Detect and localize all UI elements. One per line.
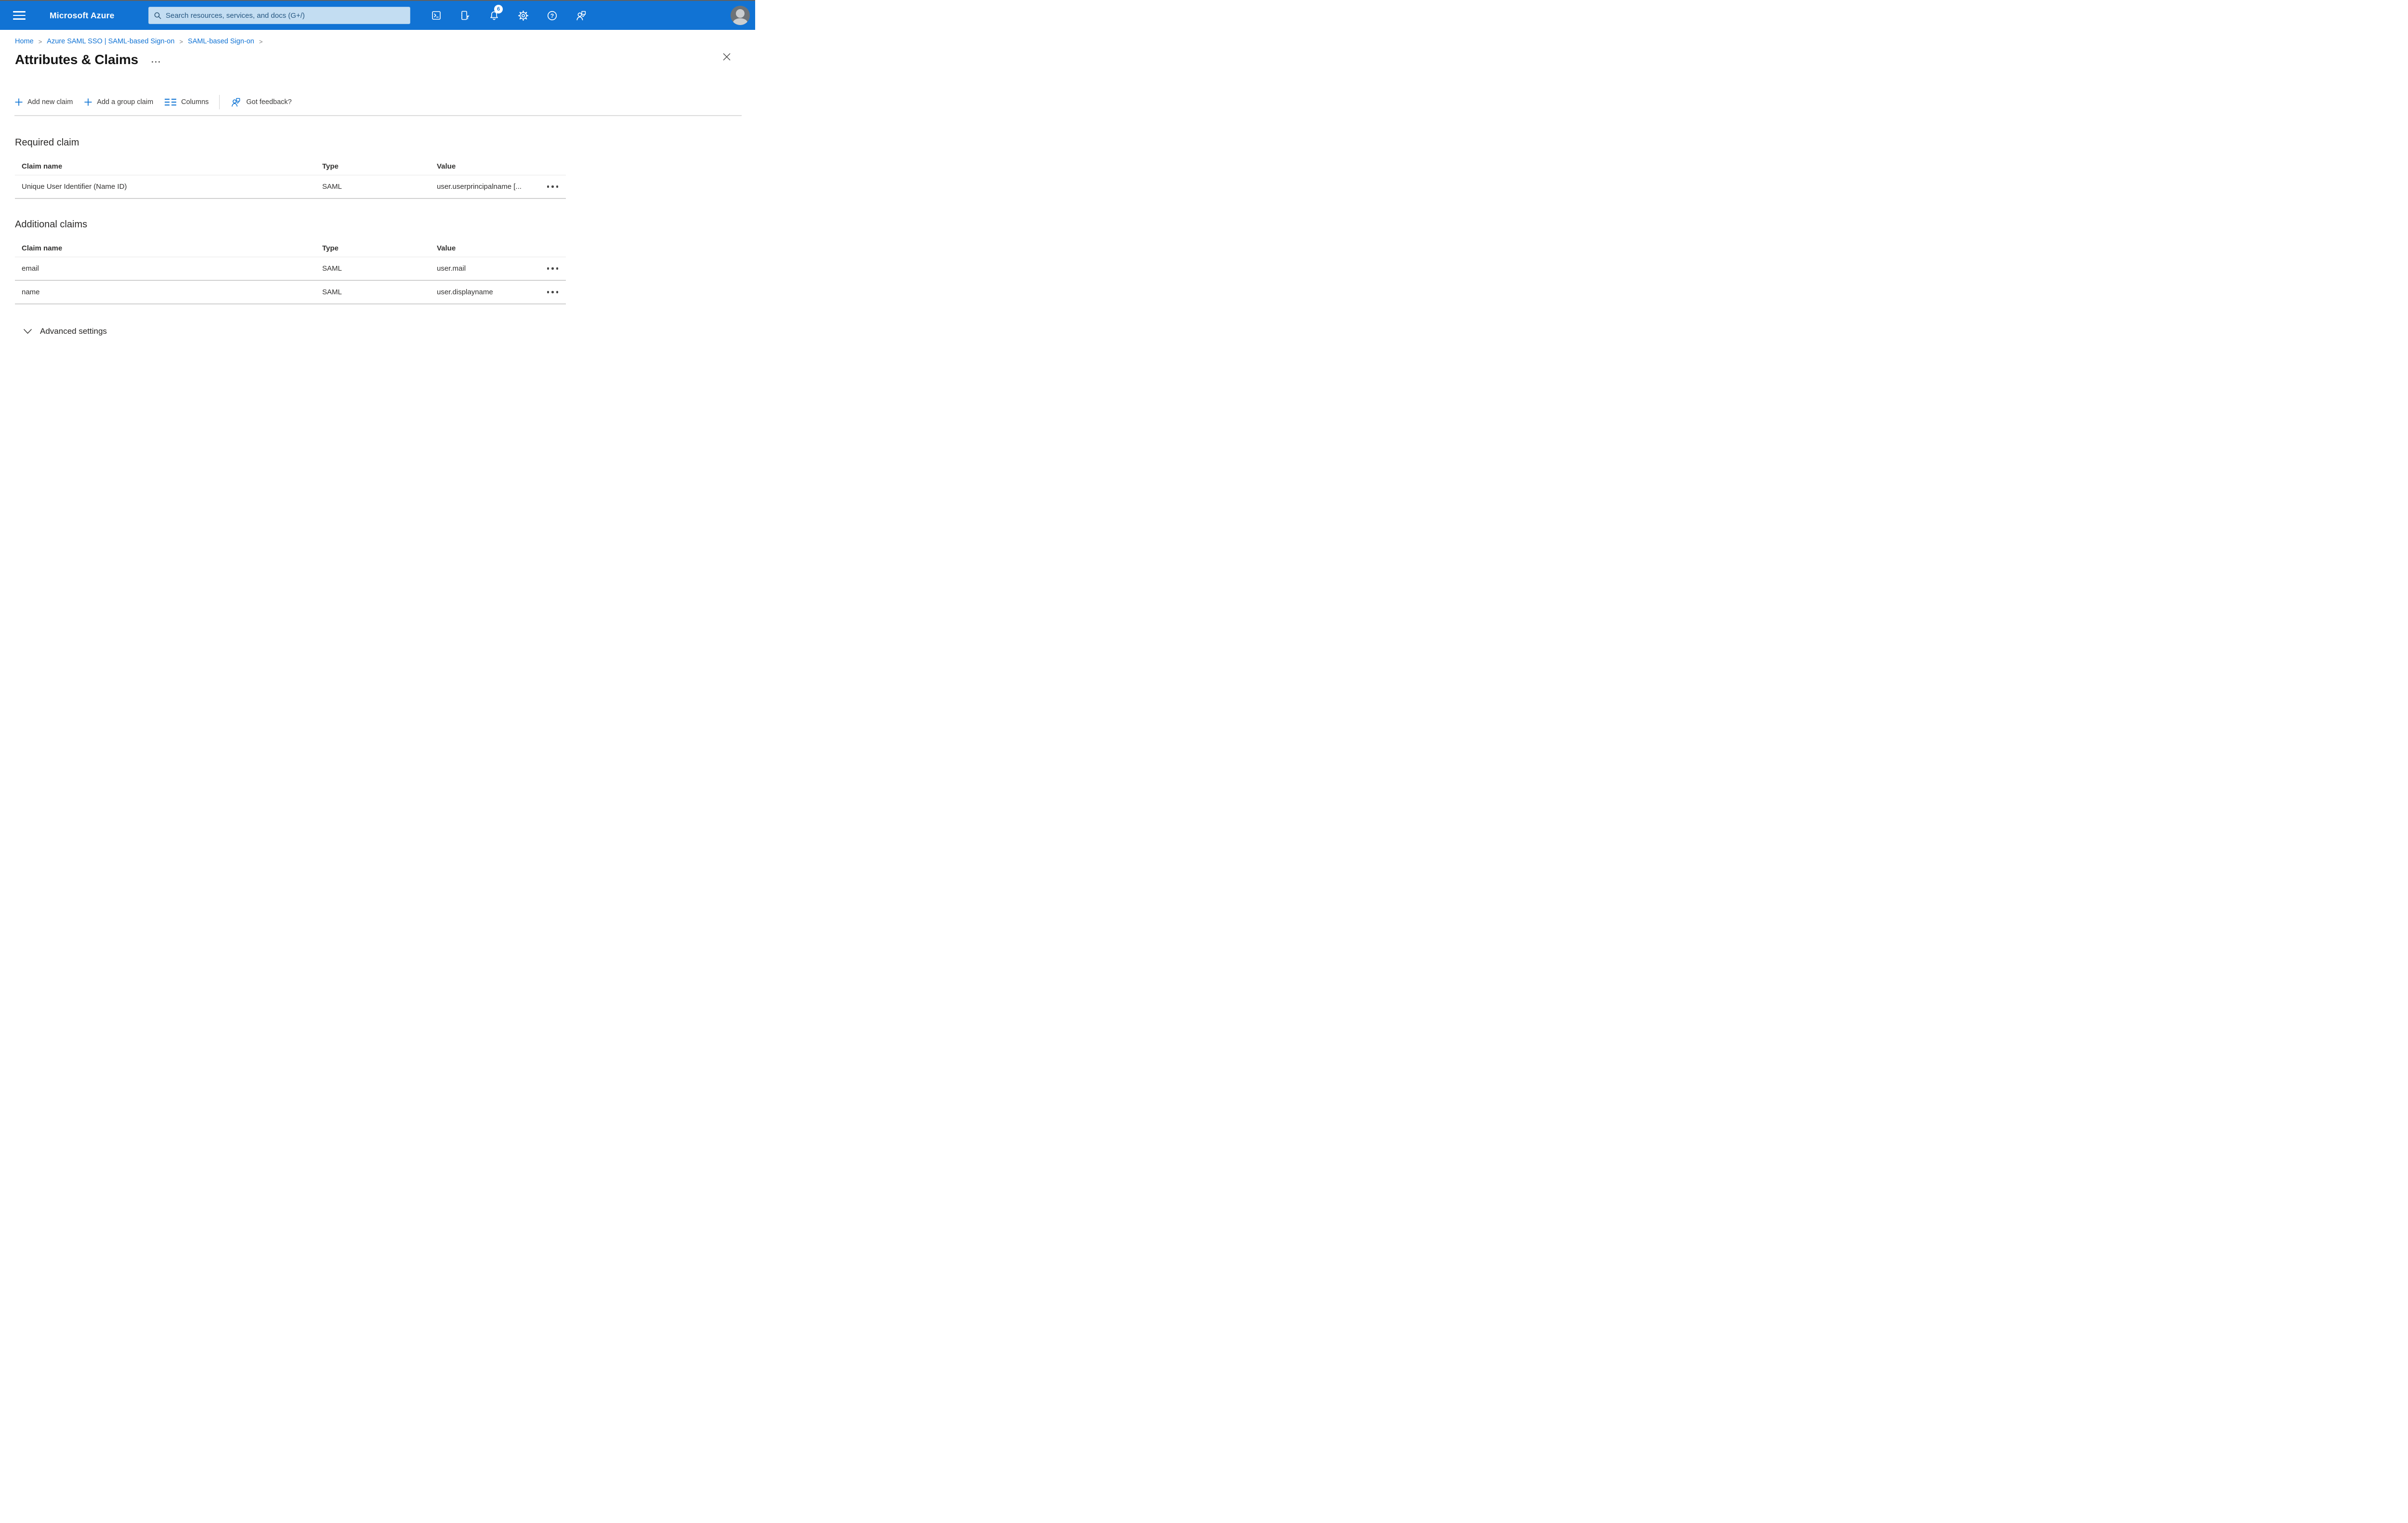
got-feedback-label: Got feedback?: [246, 98, 292, 106]
notification-badge: 6: [494, 5, 503, 13]
breadcrumb-saml-signon[interactable]: SAML-based Sign-on: [188, 38, 254, 45]
breadcrumb-app-sso[interactable]: Azure SAML SSO | SAML-based Sign-on: [47, 38, 174, 45]
add-group-claim-button[interactable]: Add a group claim: [79, 93, 159, 111]
breadcrumb-home[interactable]: Home: [15, 38, 34, 45]
table-row[interactable]: Unique User Identifier (Name ID) SAML us…: [15, 175, 566, 199]
table-header-row: Claim name Type Value: [15, 240, 566, 257]
toolbar-divider: [14, 115, 742, 116]
search-icon: [154, 12, 161, 19]
toolbar-separator: [219, 95, 220, 109]
row-ellipsis-menu-icon[interactable]: [545, 264, 561, 273]
claim-name-cell: Unique User Identifier (Name ID): [22, 183, 127, 191]
required-claim-table: Claim name Type Value Unique User Identi…: [15, 158, 566, 199]
breadcrumb-separator: >: [259, 38, 263, 45]
breadcrumb: Home > Azure SAML SSO | SAML-based Sign-…: [15, 38, 755, 45]
claim-name-cell: email: [22, 264, 39, 273]
column-header-claim-name: Claim name: [22, 244, 63, 252]
chevron-down-icon: [24, 329, 32, 334]
topbar-icon-group: 6 ?: [427, 5, 590, 25]
advanced-settings-label: Advanced settings: [40, 327, 107, 336]
directories-filter-icon[interactable]: [456, 6, 475, 25]
breadcrumb-separator: >: [179, 38, 183, 45]
add-new-claim-button[interactable]: Add new claim: [9, 93, 79, 111]
add-new-claim-label: Add new claim: [27, 98, 73, 106]
columns-icon: [165, 98, 177, 106]
claim-type-cell: SAML: [322, 288, 342, 296]
required-claim-heading: Required claim: [15, 137, 79, 148]
azure-top-bar: Microsoft Azure Search resources, servic…: [0, 1, 755, 30]
table-header-row: Claim name Type Value: [15, 158, 566, 175]
title-context-menu-icon[interactable]: [152, 61, 160, 63]
got-feedback-button[interactable]: Got feedback?: [224, 93, 297, 111]
command-bar: Add new claim Add a group claim Columns …: [9, 93, 755, 111]
table-row[interactable]: email SAML user.mail: [15, 257, 566, 281]
brand-title[interactable]: Microsoft Azure: [50, 1, 115, 30]
table-row[interactable]: name SAML user.displayname: [15, 281, 566, 304]
columns-label: Columns: [181, 98, 209, 106]
page-title: Attributes & Claims: [15, 52, 139, 67]
notifications-bell-icon[interactable]: 6: [484, 5, 504, 25]
column-header-claim-name: Claim name: [22, 162, 63, 171]
feedback-icon: [232, 98, 240, 106]
plus-icon: [84, 98, 92, 106]
claim-type-cell: SAML: [322, 183, 342, 191]
page-header: Attributes & Claims: [15, 50, 755, 69]
advanced-settings-toggle[interactable]: Advanced settings: [23, 327, 107, 336]
avatar-head: [736, 9, 745, 18]
global-search[interactable]: [148, 7, 410, 24]
add-group-claim-label: Add a group claim: [97, 98, 154, 106]
hamburger-menu-icon[interactable]: [10, 8, 29, 23]
help-icon[interactable]: ?: [542, 6, 562, 25]
column-header-type: Type: [322, 162, 339, 171]
user-avatar[interactable]: [731, 6, 750, 25]
plus-icon: [15, 98, 23, 106]
column-header-value: Value: [437, 244, 456, 252]
column-header-type: Type: [322, 244, 339, 252]
claim-value-cell: user.mail: [437, 264, 466, 273]
settings-gear-icon[interactable]: [513, 6, 533, 25]
columns-button[interactable]: Columns: [159, 93, 214, 111]
column-header-value: Value: [437, 162, 456, 171]
row-ellipsis-menu-icon[interactable]: [545, 288, 561, 296]
cloud-shell-icon[interactable]: [427, 6, 446, 25]
additional-claims-table: Claim name Type Value email SAML user.ma…: [15, 240, 566, 304]
close-blade-icon[interactable]: [720, 50, 733, 64]
row-ellipsis-menu-icon[interactable]: [545, 183, 561, 191]
claim-value-cell: user.userprincipalname [...: [437, 183, 522, 191]
additional-claims-heading: Additional claims: [15, 219, 88, 230]
claim-type-cell: SAML: [322, 264, 342, 273]
breadcrumb-separator: >: [38, 38, 42, 45]
avatar-shoulders: [733, 18, 747, 25]
claim-value-cell: user.displayname: [437, 288, 493, 296]
feedback-person-icon[interactable]: [571, 6, 590, 25]
svg-text:?: ?: [550, 12, 553, 19]
search-input[interactable]: [166, 11, 405, 20]
claim-name-cell: name: [22, 288, 40, 296]
